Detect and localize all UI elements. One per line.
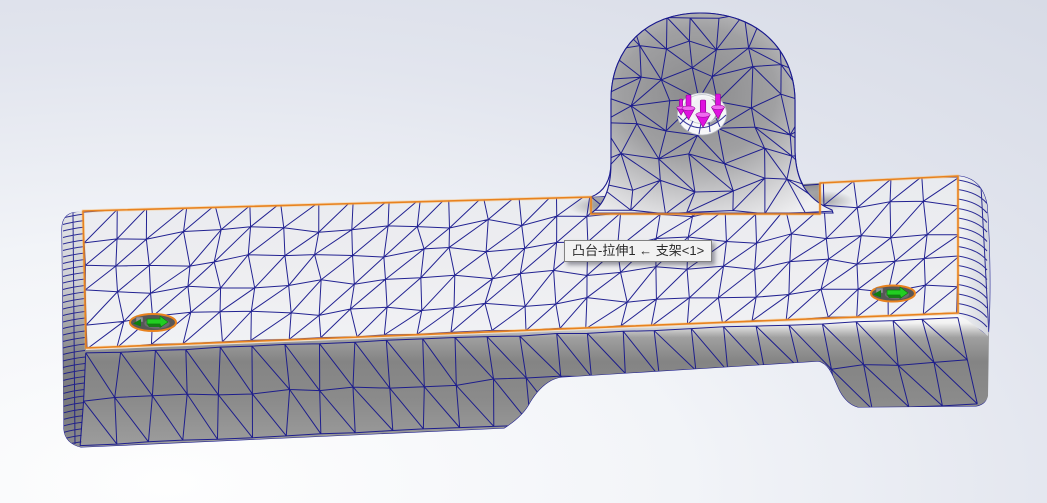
feature-tooltip: 凸台-拉伸1 ← 支架<1>: [564, 240, 713, 262]
fixture-symbols-right[interactable]: [870, 284, 916, 303]
model-view[interactable]: [0, 0, 1047, 503]
fixture-symbols-left[interactable]: [129, 313, 177, 332]
graphics-area[interactable]: 凸台-拉伸1 ← 支架<1>: [0, 0, 1047, 503]
